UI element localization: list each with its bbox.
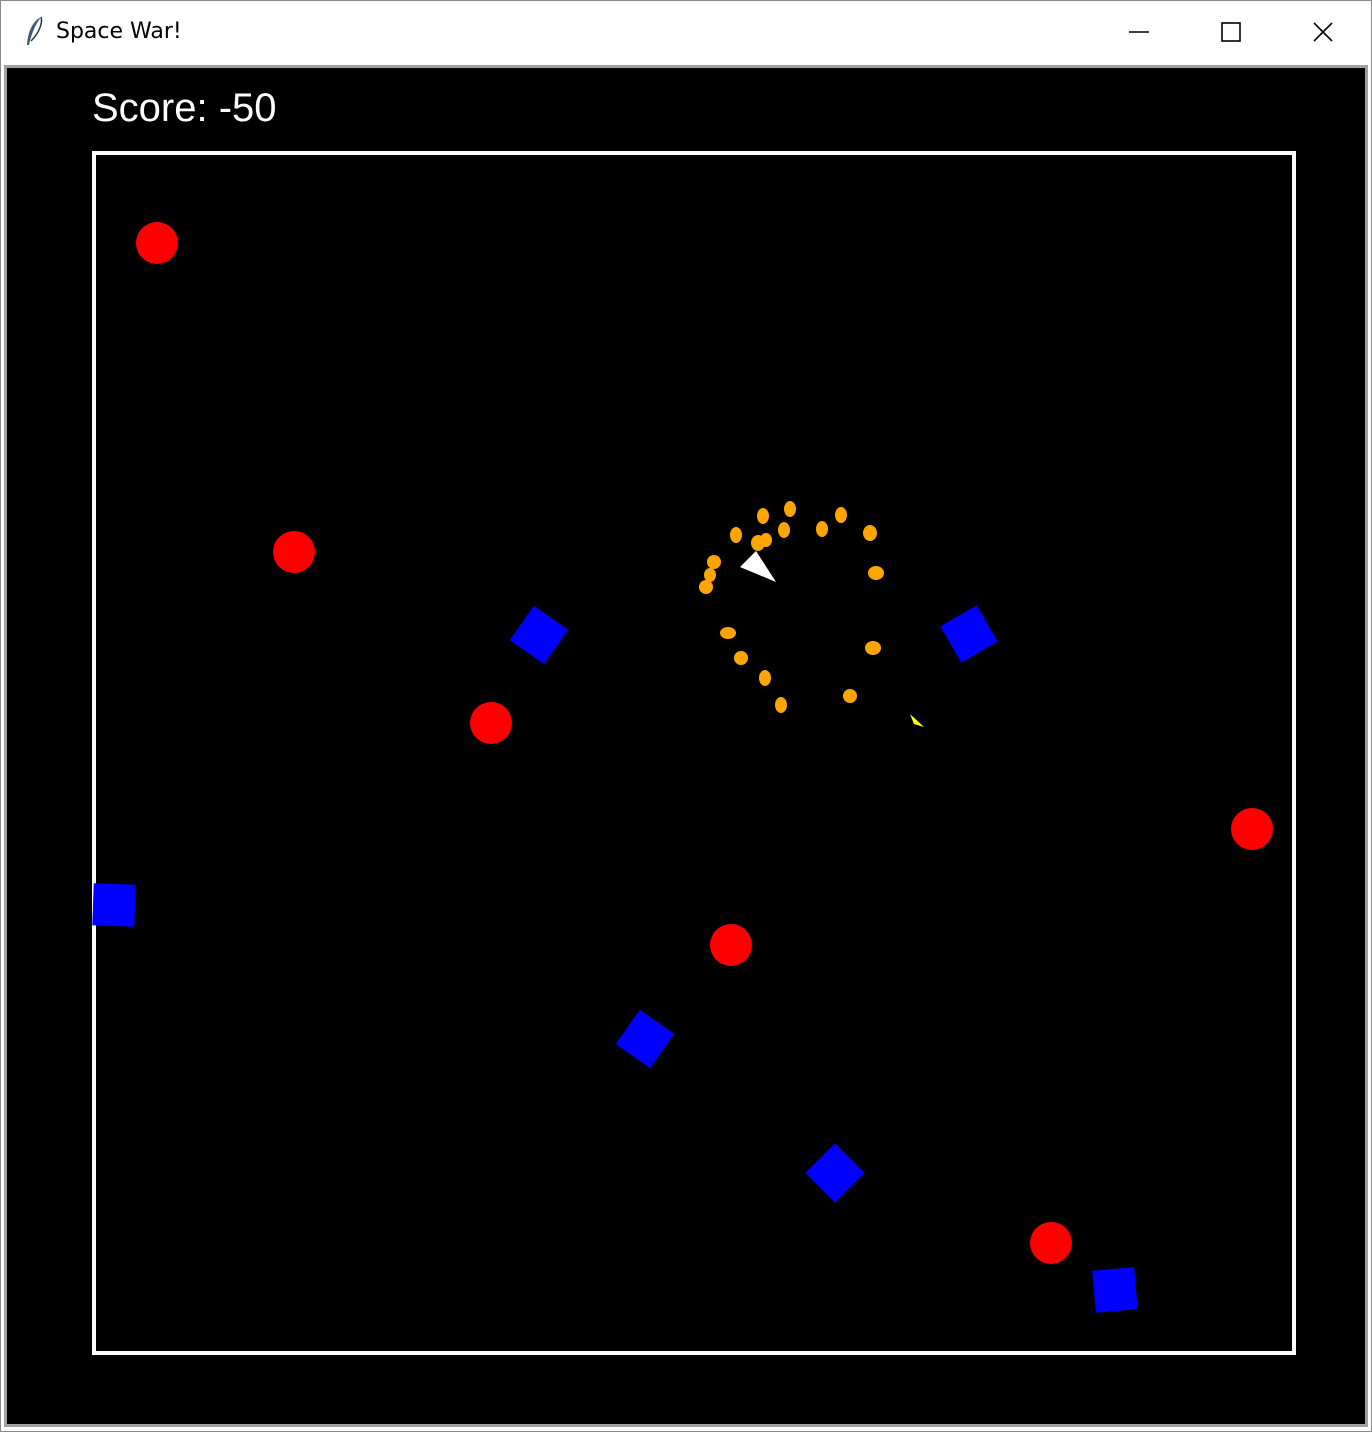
particle	[843, 689, 857, 703]
explosion-particles	[699, 501, 884, 713]
feather-icon	[27, 16, 43, 45]
particle	[730, 527, 742, 543]
ally-square	[940, 605, 998, 663]
enemy-circle	[273, 531, 315, 573]
ally-square	[1092, 1267, 1138, 1313]
maximize-icon	[1221, 22, 1241, 42]
enemy-circle	[136, 222, 178, 264]
ally-square	[615, 1009, 675, 1069]
particle	[835, 507, 847, 523]
ally-square	[92, 883, 136, 927]
enemy-circle	[710, 924, 752, 966]
particle	[720, 627, 736, 639]
playfield-border	[92, 151, 1296, 1355]
minimize-icon	[1129, 31, 1149, 33]
particle	[760, 533, 772, 547]
particle	[775, 697, 787, 713]
particle	[778, 522, 790, 538]
particle	[868, 566, 884, 580]
particle	[757, 508, 769, 524]
canvas-frame: Score: -50	[4, 65, 1368, 1427]
close-icon	[1313, 22, 1333, 42]
particle	[734, 651, 748, 665]
enemy-circle	[1231, 808, 1273, 850]
enemy-circle	[470, 702, 512, 744]
title-bar[interactable]: Space War!	[1, 1, 1371, 65]
ally-square	[509, 605, 569, 665]
bullet	[910, 714, 924, 727]
particle	[759, 670, 771, 686]
particle	[707, 555, 721, 569]
minimize-button[interactable]	[1093, 1, 1185, 63]
particle	[704, 568, 716, 582]
particle	[865, 641, 881, 655]
game-field	[92, 151, 1296, 1355]
particle	[863, 525, 877, 541]
enemy-circle	[1030, 1222, 1072, 1264]
particle	[699, 580, 713, 594]
game-canvas[interactable]: Score: -50	[7, 68, 1365, 1424]
maximize-button[interactable]	[1185, 1, 1277, 63]
app-window: Space War! Score: -50	[0, 0, 1372, 1432]
particle	[784, 501, 796, 517]
particle	[816, 521, 828, 537]
close-button[interactable]	[1277, 1, 1369, 63]
ally-square	[805, 1143, 865, 1203]
window-title: Space War!	[56, 19, 182, 44]
player-ship	[740, 551, 776, 582]
